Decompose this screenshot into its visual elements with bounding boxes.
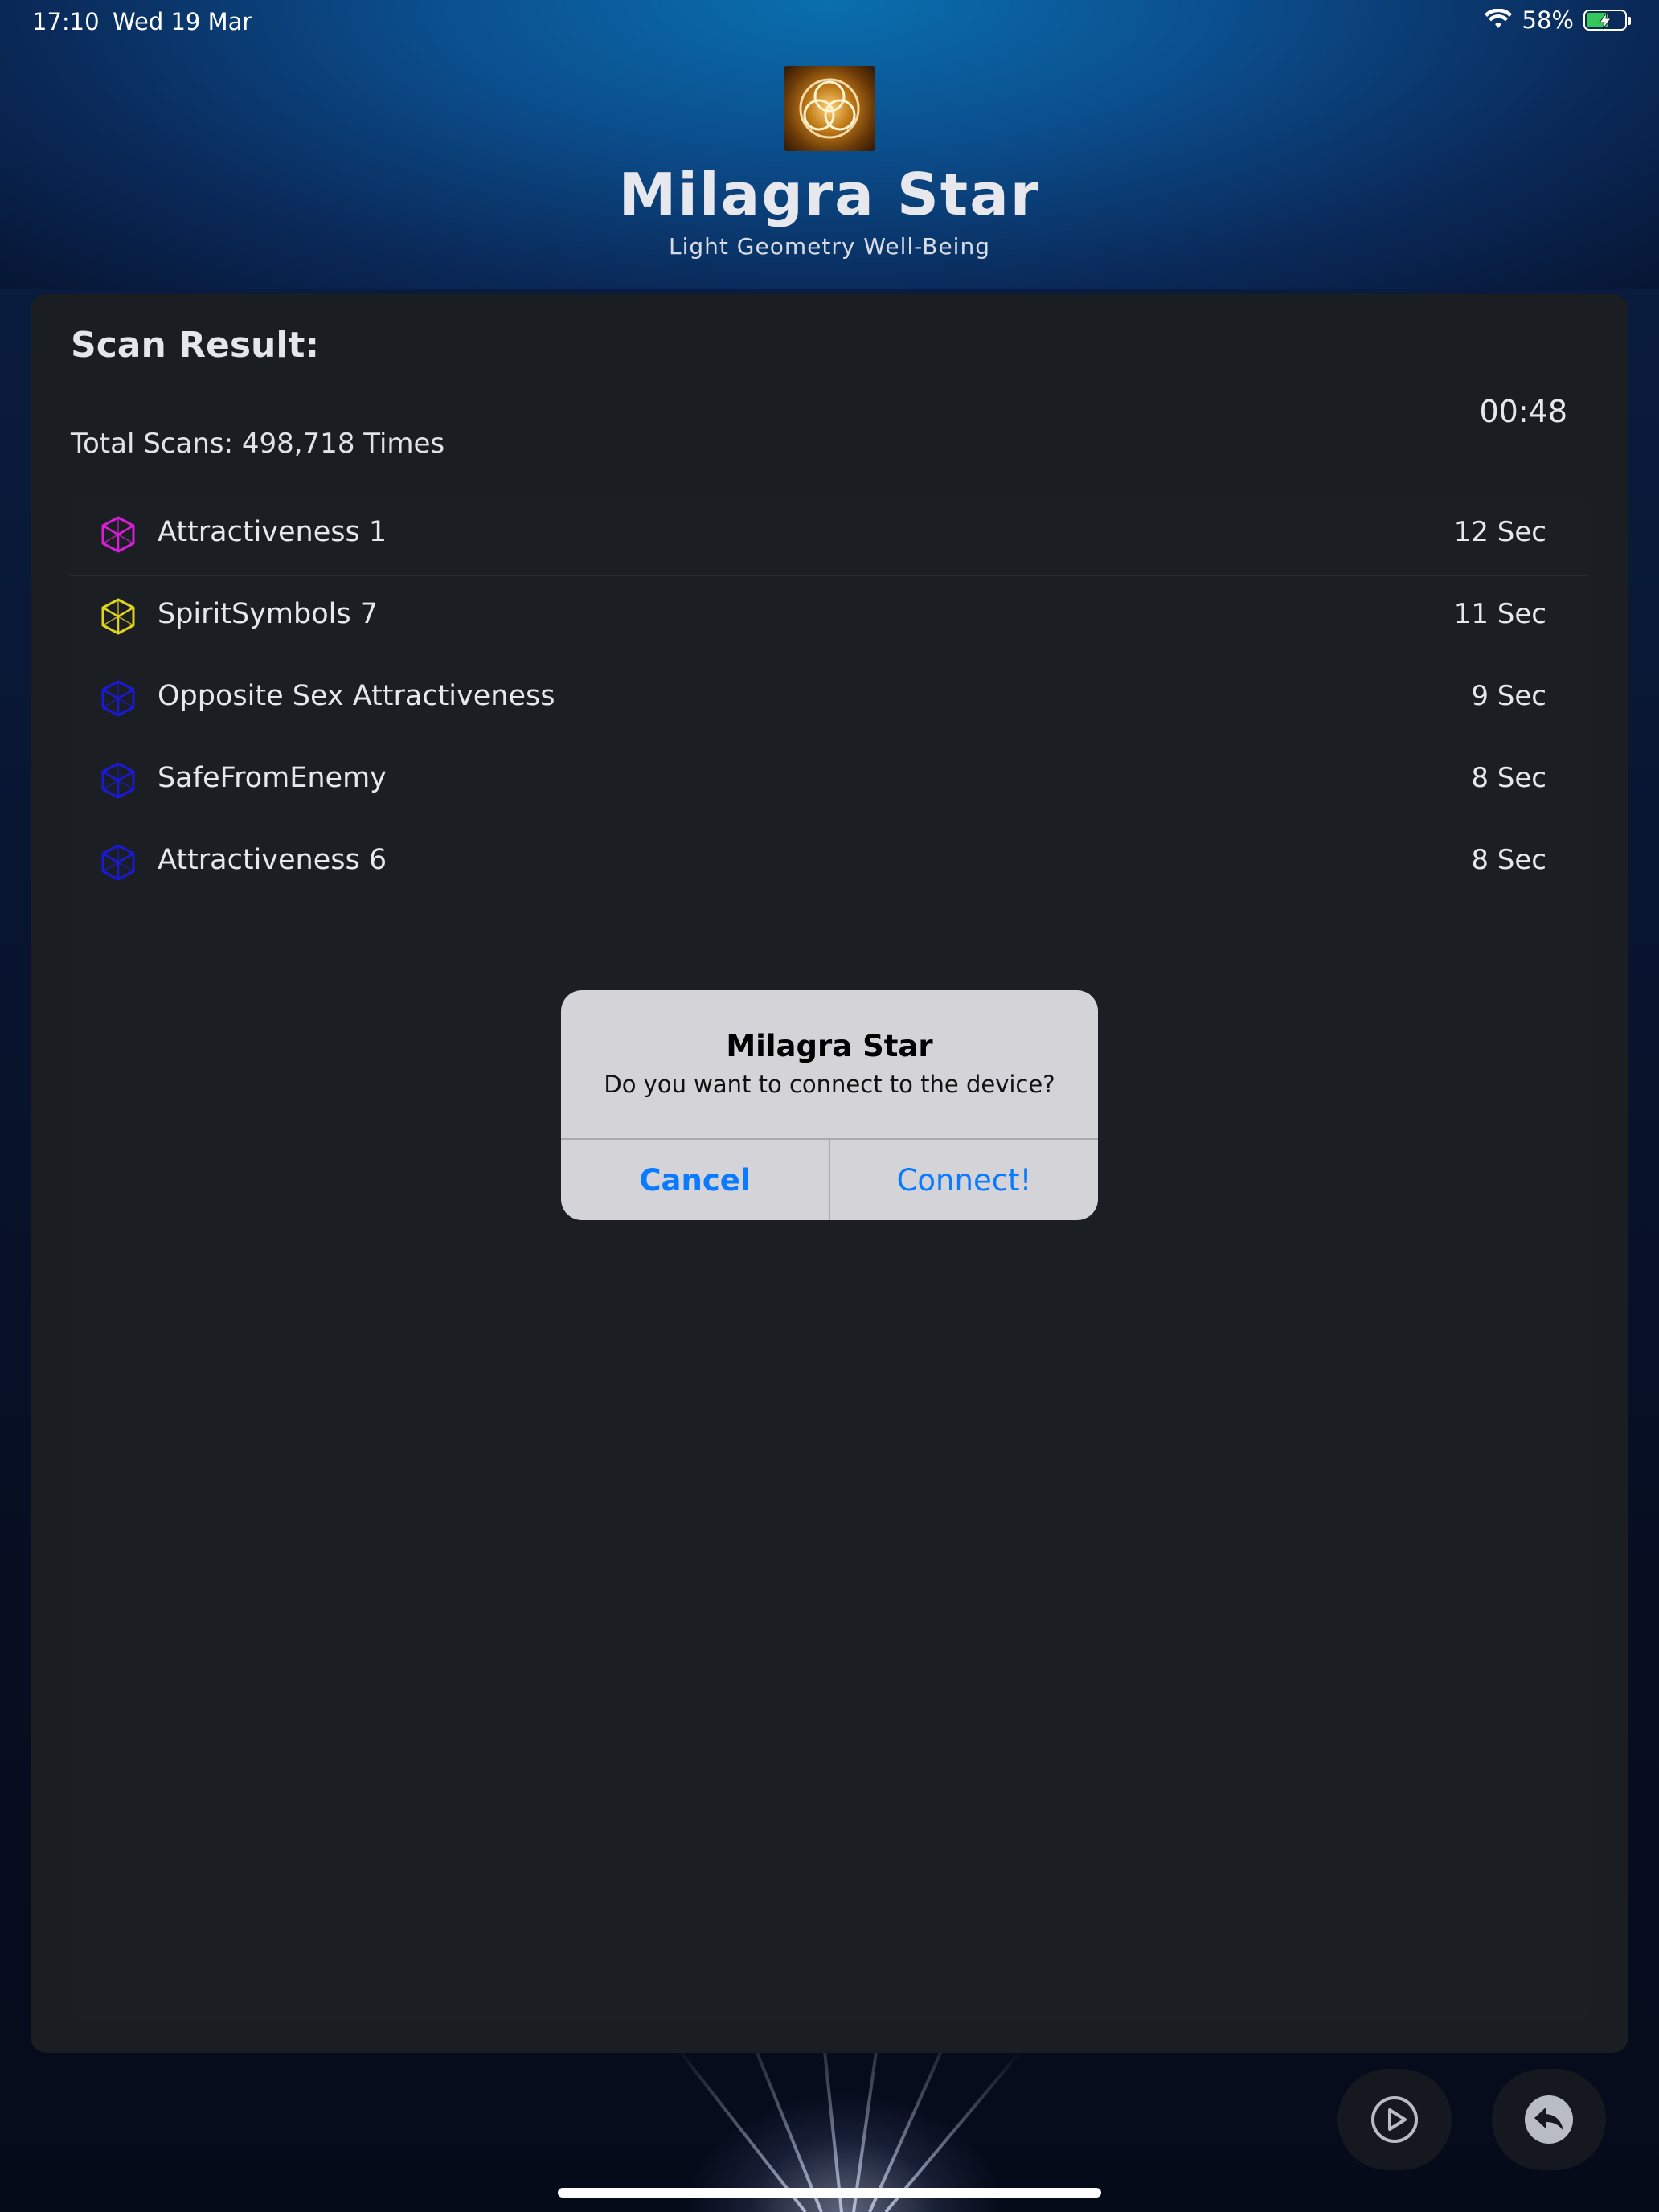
list-item[interactable]: Attractiveness 1 12 Sec	[69, 494, 1588, 576]
app-title: Milagra Star	[618, 161, 1041, 228]
play-button[interactable]	[1337, 2069, 1452, 2170]
cube-icon	[101, 598, 135, 635]
list-item-label: Attractiveness 1	[158, 516, 387, 548]
scan-result-heading: Scan Result:	[71, 325, 320, 366]
alert-message: Do you want to connect to the device?	[604, 1071, 1055, 1098]
connect-button[interactable]: Connect!	[830, 1140, 1098, 1220]
cube-icon	[101, 844, 135, 881]
list-item[interactable]: SpiritSymbols 7 11 Sec	[69, 576, 1588, 657]
wifi-icon	[1484, 9, 1512, 28]
list-item-duration: 8 Sec	[1471, 762, 1546, 794]
back-button[interactable]	[1492, 2069, 1606, 2170]
list-item-duration: 12 Sec	[1453, 516, 1546, 548]
list-item-label: Opposite Sex Attractiveness	[158, 680, 555, 712]
light-rays-decoration	[563, 2026, 1125, 2212]
cube-icon	[101, 516, 135, 553]
cube-icon	[101, 680, 135, 717]
cancel-button[interactable]: Cancel	[561, 1140, 829, 1220]
cube-icon	[101, 762, 135, 799]
connect-alert-dialog: Milagra Star Do you want to connect to t…	[561, 990, 1098, 1220]
back-arrow-icon	[1525, 2095, 1573, 2144]
list-item-label: Attractiveness 6	[158, 844, 387, 876]
list-item-duration: 9 Sec	[1471, 680, 1546, 712]
list-item[interactable]: Attractiveness 6 8 Sec	[69, 821, 1588, 903]
scan-timer: 00:48	[1479, 394, 1567, 429]
list-item[interactable]: SafeFromEnemy 8 Sec	[69, 739, 1588, 821]
triquetra-logo-icon	[784, 66, 875, 151]
battery-charging-icon	[1583, 10, 1631, 31]
home-indicator[interactable]	[558, 2188, 1101, 2198]
total-scans: Total Scans: 498,718 Times	[71, 428, 445, 460]
list-item[interactable]: Opposite Sex Attractiveness 9 Sec	[69, 657, 1588, 739]
list-item-duration: 11 Sec	[1453, 598, 1546, 630]
alert-title: Milagra Star	[726, 1029, 933, 1063]
scan-result-list: Attractiveness 1 12 Sec SpiritSymbols 7 …	[69, 494, 1588, 903]
battery-percent: 58%	[1522, 6, 1574, 34]
status-time: 17:10	[32, 8, 100, 35]
app-screen: 17:10 Wed 19 Mar 58% Milagra Star Light …	[0, 0, 1659, 2212]
app-subtitle: Light Geometry Well-Being	[669, 233, 990, 260]
status-indicators: 58%	[1484, 6, 1631, 34]
status-date: Wed 19 Mar	[113, 8, 252, 35]
play-icon	[1371, 2096, 1418, 2143]
list-item-duration: 8 Sec	[1471, 844, 1546, 876]
list-item-label: SpiritSymbols 7	[158, 598, 379, 630]
status-bar: 17:10 Wed 19 Mar 58%	[0, 0, 1659, 45]
list-item-label: SafeFromEnemy	[158, 762, 387, 794]
